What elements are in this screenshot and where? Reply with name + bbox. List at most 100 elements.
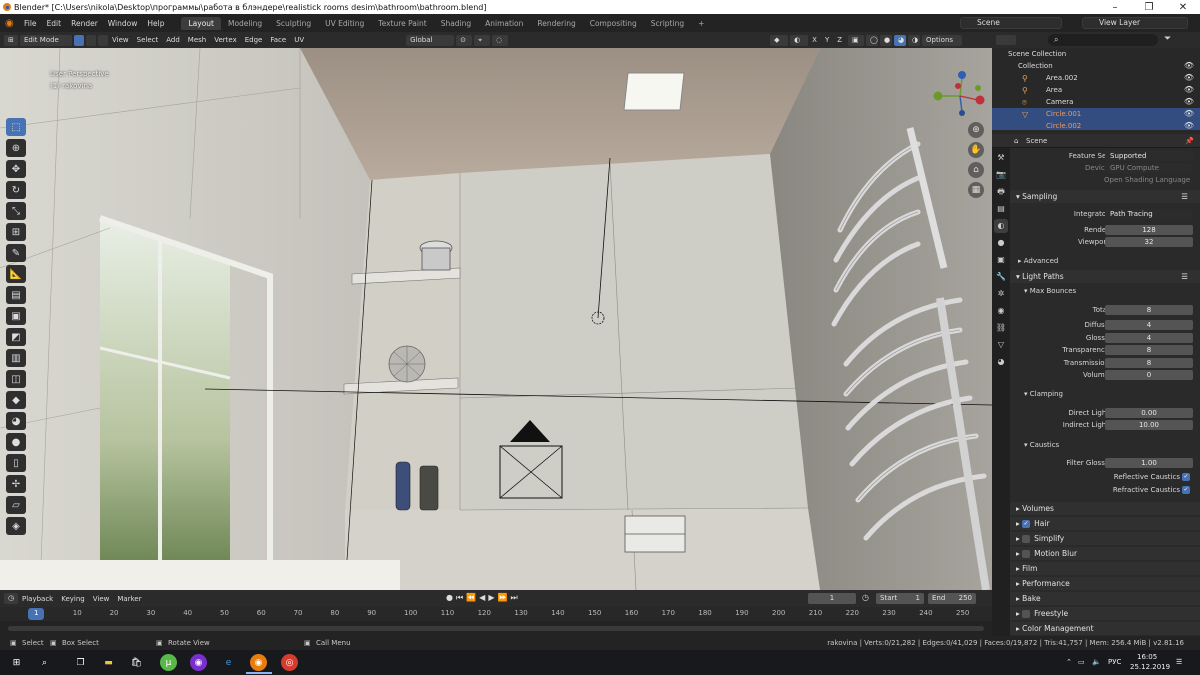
motion-blur-panel[interactable]: ▸ Motion Blur [1010, 547, 1200, 560]
rendered-shading-icon[interactable]: ◑ [908, 34, 921, 46]
tab-animation[interactable]: Animation [478, 17, 530, 30]
caustics-subpanel[interactable]: ▾ Caustics [1010, 439, 1200, 451]
filter-icon[interactable]: ⏷ [1164, 34, 1171, 44]
physics-tab-icon[interactable]: ◉ [994, 304, 1008, 318]
color-management-panel[interactable]: ▸ Color Management [1010, 622, 1200, 635]
clock-time[interactable]: 16:05 [1137, 653, 1157, 661]
clock-date[interactable]: 25.12.2019 [1130, 663, 1170, 671]
material-tab-icon[interactable]: ◕ [994, 355, 1008, 369]
blender-taskbar-icon[interactable]: ◉ [250, 654, 267, 671]
3d-viewport[interactable]: User Perspective (1) rakovina ⊕ ✋ ⌂ ▦ ⬚ … [0, 48, 992, 590]
transmission-field[interactable]: 8 [1105, 358, 1193, 368]
view-layer-selector[interactable]: View Layer [1082, 17, 1188, 29]
mirror-y-toggle[interactable]: Y [821, 36, 833, 44]
output-tab-icon[interactable]: 🖶 [994, 185, 1008, 199]
device-dropdown[interactable]: GPU Compute [1105, 163, 1193, 173]
simplify-checkbox[interactable] [1022, 535, 1031, 543]
world-tab-icon[interactable]: ● [994, 236, 1008, 250]
menu-select[interactable]: Select [133, 36, 163, 44]
menu-marker[interactable]: Marker [113, 595, 145, 603]
feature-set-dropdown[interactable]: Supported [1105, 151, 1193, 161]
jump-end-icon[interactable]: ⏭ [510, 593, 517, 603]
maximize-button[interactable]: ❐ [1132, 2, 1166, 13]
play-reverse-icon[interactable]: ◀ [479, 593, 485, 603]
chrome-icon[interactable]: ◎ [281, 654, 298, 671]
render-tab-icon[interactable]: 📷 [994, 168, 1008, 182]
camera-view-icon[interactable]: ⌂ [968, 162, 984, 178]
outliner-item-collection[interactable]: Collection 👁 [992, 60, 1200, 72]
visibility-eye-icon[interactable]: 👁 [1184, 84, 1194, 96]
volumes-panel[interactable]: ▸ Volumes [1010, 502, 1200, 515]
mirror-x-toggle[interactable]: X [808, 36, 821, 44]
hair-checkbox[interactable]: ✓ [1022, 520, 1031, 528]
tab-rendering[interactable]: Rendering [530, 17, 582, 30]
snap-icon[interactable]: ⌖ [474, 34, 491, 46]
preview-range-icon[interactable]: ◷ [862, 593, 869, 602]
grid-view-icon[interactable]: ▦ [968, 182, 984, 198]
freestyle-panel[interactable]: ▸ Freestyle [1010, 607, 1200, 620]
spin-tool-icon[interactable]: ◕ [6, 412, 26, 430]
options-dropdown[interactable]: Options [922, 34, 963, 46]
data-tab-icon[interactable]: ▽ [994, 338, 1008, 352]
outliner-editor-icon[interactable] [996, 35, 1016, 45]
glossy-field[interactable]: 4 [1105, 333, 1193, 343]
scale-tool-icon[interactable]: ⤡ [6, 202, 26, 220]
presets-list-icon[interactable]: ☰ [1181, 270, 1188, 283]
play-icon[interactable]: ▶ [488, 593, 494, 603]
inset-tool-icon[interactable]: ▣ [6, 307, 26, 325]
timeline-editor-icon[interactable]: ◷ [4, 593, 18, 604]
cursor-tool-icon[interactable]: ⊕ [6, 139, 26, 157]
overlays-toggle-icon[interactable]: ◐ [790, 34, 809, 46]
blender-menu-icon[interactable]: ◉ [5, 18, 19, 29]
menu-render[interactable]: Render [66, 19, 103, 28]
move-tool-icon[interactable]: ✥ [6, 160, 26, 178]
integrator-dropdown[interactable]: Path Tracing [1105, 209, 1193, 219]
extrude-tool-icon[interactable]: ▤ [6, 286, 26, 304]
menu-vertex[interactable]: Vertex [210, 36, 241, 44]
open-shading-language-checkbox[interactable]: Open Shading Language [1104, 174, 1190, 186]
performance-panel[interactable]: ▸ Performance [1010, 577, 1200, 590]
film-panel[interactable]: ▸ Film [1010, 562, 1200, 575]
advanced-subpanel[interactable]: ▸ Advanced [1010, 255, 1200, 267]
visibility-eye-icon[interactable]: 👁 [1184, 120, 1194, 130]
timeline-scrollbar[interactable] [8, 626, 984, 631]
store-icon[interactable]: 🛍 [128, 654, 145, 671]
sampling-panel[interactable]: ▾ Sampling ☰ [1010, 190, 1200, 203]
measure-tool-icon[interactable]: 📐 [6, 265, 26, 283]
utorrent-icon[interactable]: µ [160, 654, 177, 671]
jump-start-icon[interactable]: ⏮ [456, 593, 463, 603]
mode-selector[interactable]: Edit Mode [20, 34, 72, 46]
shrink-tool-icon[interactable]: ✢ [6, 475, 26, 493]
knife-tool-icon[interactable]: ◫ [6, 370, 26, 388]
outliner-item-circle-002[interactable]: Circle.002 👁 [992, 120, 1200, 130]
search-icon[interactable]: ⌕ [36, 654, 53, 671]
proportional-edit-icon[interactable]: ◌ [492, 34, 509, 46]
transform-tool-icon[interactable]: ⊞ [6, 223, 26, 241]
scene-tab-icon[interactable]: ◐ [994, 219, 1008, 233]
hair-panel[interactable]: ▸ ✓ Hair [1010, 517, 1200, 530]
view-layer-tab-icon[interactable]: ▤ [994, 202, 1008, 216]
viewport-samples-field[interactable]: 32 [1105, 237, 1193, 247]
menu-mesh[interactable]: Mesh [184, 36, 210, 44]
menu-playback[interactable]: Playback [18, 595, 57, 603]
tab-uv-editing[interactable]: UV Editing [318, 17, 371, 30]
freestyle-checkbox[interactable] [1022, 610, 1031, 618]
xray-toggle-icon[interactable]: ▣ [848, 34, 865, 46]
material-shading-icon[interactable]: ◕ [894, 34, 907, 46]
pan-hand-icon[interactable]: ✋ [968, 142, 984, 158]
render-samples-field[interactable]: 128 [1105, 225, 1193, 235]
menu-face[interactable]: Face [266, 36, 290, 44]
media-app-icon[interactable]: ◉ [190, 654, 207, 671]
bake-panel[interactable]: ▸ Bake [1010, 592, 1200, 605]
windows-start-icon[interactable]: ⊞ [8, 654, 25, 671]
tab-shading[interactable]: Shading [434, 17, 478, 30]
prev-keyframe-icon[interactable]: ⏪ [466, 593, 476, 603]
tab-texture-paint[interactable]: Texture Paint [371, 17, 433, 30]
menu-keying[interactable]: Keying [57, 595, 89, 603]
file-explorer-icon[interactable]: ▬ [100, 654, 117, 671]
visibility-eye-icon[interactable]: 👁 [1184, 108, 1194, 120]
tab-sculpting[interactable]: Sculpting [269, 17, 318, 30]
wireframe-shading-icon[interactable]: ◯ [866, 34, 879, 46]
particles-tab-icon[interactable]: ✲ [994, 287, 1008, 301]
tab-layout[interactable]: Layout [181, 16, 221, 30]
